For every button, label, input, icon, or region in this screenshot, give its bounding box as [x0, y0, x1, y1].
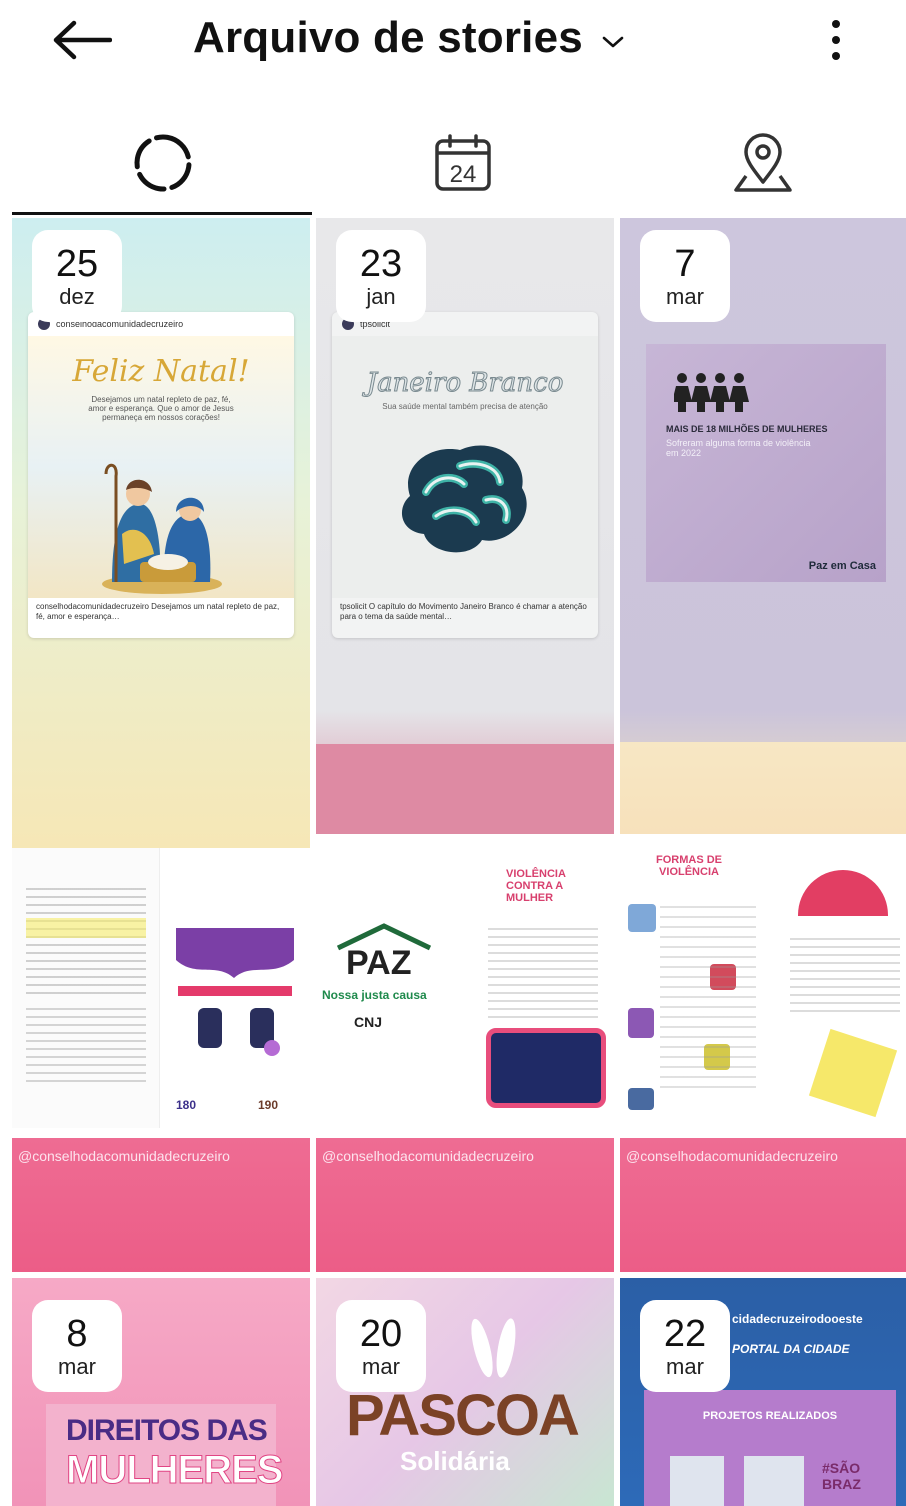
- story-thumbnail[interactable]: 8 mar DIREITOS DAS MULHERES: [12, 1278, 310, 1506]
- story-thumbnail[interactable]: 20 mar PASCOA Solidária: [316, 1278, 614, 1506]
- story-thumbnail[interactable]: FORMAS DE VIOLÊNCIA @conselhodacomunidad…: [620, 834, 906, 1272]
- story-thumbnail[interactable]: 25 dez conselhodacomunidadecruzeiro Feli…: [12, 218, 310, 848]
- nativity-illustration: [102, 463, 222, 594]
- post-page-right: VIOLÊNCIA CONTRA A MULHER: [466, 848, 614, 1124]
- more-dots-icon: [832, 52, 840, 60]
- story-date-badge: 23 jan: [336, 230, 426, 322]
- arrow-left-icon: [53, 20, 112, 60]
- account-handle: @conselhodacomunidadecruzeiro: [322, 1148, 534, 1164]
- post-image: MAIS DE 18 MILHÕES DE MULHERES Sofreram …: [646, 344, 886, 582]
- shared-post-card: conselhodacomunidadecruzeiro Feliz Natal…: [28, 312, 294, 638]
- story-thumbnail[interactable]: 7 mar MAIS DE 18 MILHÕES DE MULHERES Sof…: [620, 218, 906, 834]
- story-date-badge: 22 mar: [640, 1300, 730, 1392]
- back-button[interactable]: [46, 14, 118, 66]
- chevron-down-icon: [602, 36, 624, 48]
- story-date-badge: 8 mar: [32, 1300, 122, 1392]
- more-dots-icon: [832, 36, 840, 44]
- story-thumbnail[interactable]: 180 190 @conselhodacomunidadecruzeiro: [12, 848, 310, 1272]
- women-figures-icon: [674, 373, 749, 412]
- more-dots-icon: [832, 20, 840, 28]
- tab-locations[interactable]: [612, 108, 906, 218]
- selected-tab-indicator: [12, 212, 312, 215]
- post-page-left: [12, 848, 160, 1128]
- calendar-number: 24: [450, 161, 477, 188]
- story-date-badge: 7 mar: [640, 230, 730, 322]
- story-date-badge: 20 mar: [336, 1300, 426, 1392]
- tab-calendar[interactable]: 24: [312, 108, 614, 218]
- more-options-button[interactable]: [818, 12, 854, 68]
- archive-tabs: 24: [0, 108, 906, 218]
- app-header: Arquivo de stories: [0, 0, 906, 90]
- dashed-circle-icon: [134, 134, 192, 192]
- story-thumbnail[interactable]: 23 jan tpsolicit Janeiro Branco Sua saúd…: [316, 218, 614, 834]
- archive-title-dropdown[interactable]: Arquivo de stories: [193, 8, 625, 68]
- page-title: Arquivo de stories: [193, 13, 583, 62]
- account-handle: @conselhodacomunidadecruzeiro: [18, 1148, 230, 1164]
- tab-stories[interactable]: [12, 108, 314, 218]
- story-thumbnail[interactable]: 22 mar cidadecruzeirodooeste PORTAL DA C…: [620, 1278, 906, 1506]
- brain-illustration: [401, 445, 527, 553]
- calendar-icon: 24: [435, 134, 491, 191]
- post-image: PROJETOS REALIZADOS #SÃO BRAZ: [644, 1390, 896, 1506]
- story-date-badge: 25 dez: [32, 230, 122, 322]
- post-image: DIREITOS DAS MULHERES: [46, 1404, 284, 1506]
- infographic-shapes: [176, 928, 294, 1056]
- bunny-ears-illustration: [471, 1318, 516, 1378]
- post-page-right: [770, 848, 906, 1124]
- account-handle: @conselhodacomunidadecruzeiro: [626, 1148, 838, 1164]
- post-image: Janeiro Branco Sua saúde mental também p…: [332, 336, 598, 598]
- story-thumbnail[interactable]: PAZ Nossa justa causa CNJ VIOLÊNCIA CONT…: [316, 834, 614, 1272]
- post-image: Feliz Natal! Desejamos um natal repleto …: [28, 336, 294, 598]
- post-page-left: PAZ Nossa justa causa CNJ: [316, 848, 464, 1124]
- shared-post-card: tpsolicit Janeiro Branco Sua saúde menta…: [332, 312, 598, 638]
- post-page-right: 180 190: [162, 848, 310, 1128]
- post-page-left: FORMAS DE VIOLÊNCIA: [620, 848, 768, 1124]
- map-pin-icon: [734, 133, 792, 192]
